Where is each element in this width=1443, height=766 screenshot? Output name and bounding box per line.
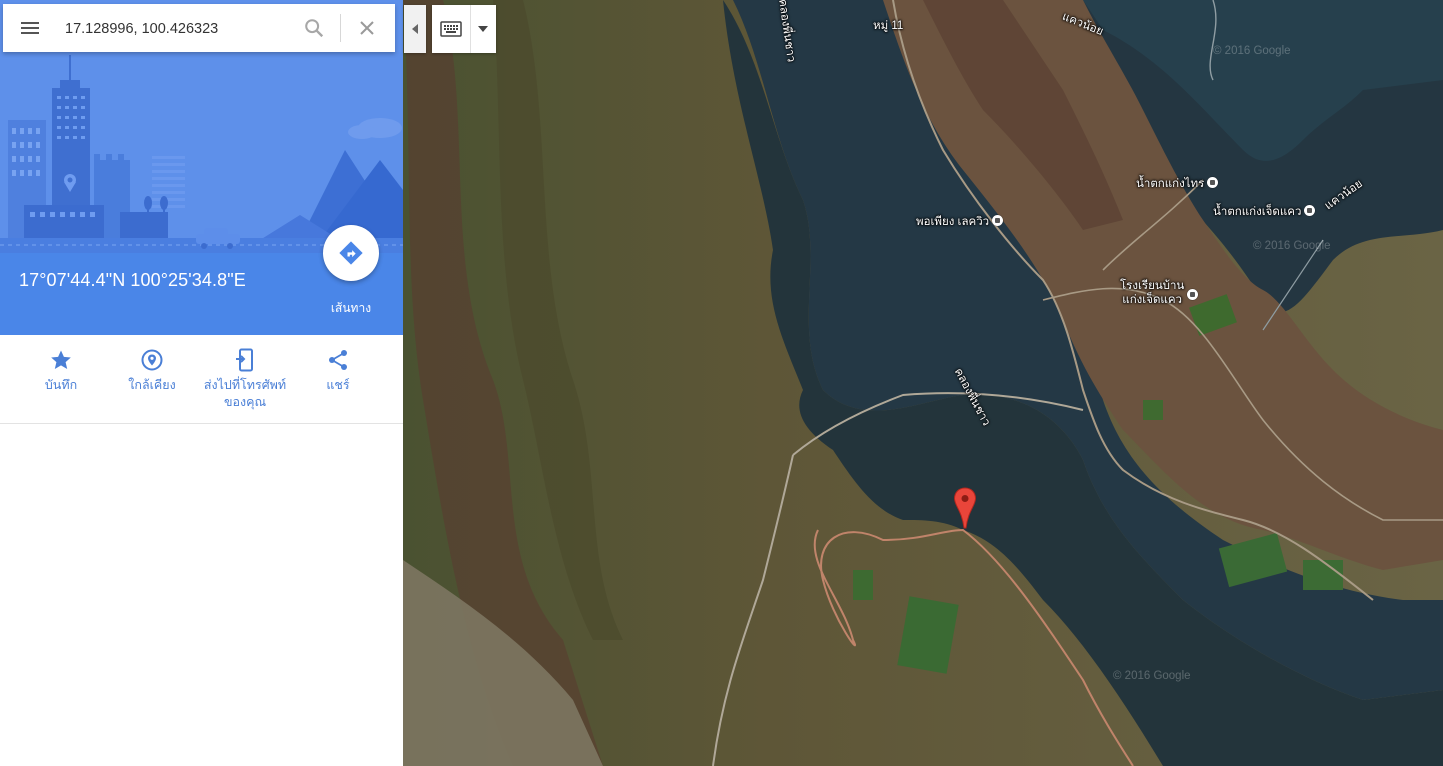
collapse-panel-button[interactable] [404,5,426,53]
map-label-viewpoint[interactable]: พอเพียง เลควิว [916,213,1004,231]
camera-poi-icon [1207,177,1219,188]
nearby-button[interactable]: ใกล้เคียง [106,335,198,423]
directions-label[interactable]: เส้นทาง [313,299,389,318]
send-to-phone-label: ส่งไปที่โทรศัพท์ ของคุณ [197,377,293,411]
send-to-phone-label-line2: ของคุณ [223,395,267,409]
map-watermark: © 2016 Google [1213,45,1291,57]
input-tools-divider [470,5,471,53]
save-button[interactable]: บันทึก [15,335,107,423]
viewpoint-text: พอเพียง เลควิว [916,216,990,228]
hamburger-menu-icon[interactable] [17,16,43,40]
school-poi-icon[interactable] [1187,289,1198,300]
chevron-left-icon [412,24,418,34]
close-icon[interactable] [357,18,377,38]
map-label-waterfall2[interactable]: น้ำตกแก่งเจ็ดแคว [1213,203,1316,221]
nearby-label: ใกล้เคียง [128,378,176,392]
directions-icon [339,241,363,265]
coordinates-title: 17°07'44.4"N 100°25'34.8"E [19,270,246,290]
save-label: บันทึก [44,378,78,392]
map-watermark: © 2016 Google [1113,670,1191,682]
camera-poi-icon [1304,205,1316,216]
search-icon[interactable] [303,17,325,39]
search-box [3,4,395,52]
waterfall2-text: น้ำตกแก่งเจ็ดแคว [1213,206,1302,218]
dropdown-arrow-icon[interactable] [478,26,488,32]
share-icon [329,350,347,370]
map-label-school[interactable]: โรงเรียนบ้าน แก่งเจ็ดแคว [1120,279,1184,307]
send-to-phone-label-line1: ส่งไปที่โทรศัพท์ [203,378,287,392]
search-divider [340,14,341,42]
star-icon [51,350,71,369]
place-panel: 17°07'44.4"N 100°25'34.8"E เส้นทาง บันทึ… [0,0,403,766]
satellite-imagery [403,0,1443,766]
share-button[interactable]: แชร์ [292,335,384,423]
nearby-pin-icon [141,349,163,371]
location-pin-icon[interactable] [953,487,977,529]
send-to-phone-button[interactable]: ส่งไปที่โทรศัพท์ ของคุณ [197,335,293,423]
action-bar: บันทึก ใกล้เคียง ส่งไปที่โทรศัพท์ ของคุณ [0,335,403,424]
camera-poi-icon [992,215,1004,226]
map-label-waterfall1[interactable]: น้ำตกแก่งไทร [1136,175,1219,193]
search-input[interactable] [63,16,297,42]
share-label: แชร์ [326,378,350,392]
input-tools-button[interactable] [432,5,496,53]
keyboard-icon [440,21,462,37]
school-text-line1: โรงเรียนบ้าน [1120,280,1185,292]
send-to-phone-icon [236,348,253,372]
waterfall1-text: น้ำตกแก่งไทร [1136,178,1205,190]
satellite-map[interactable]: คลองพี่นชาว หมู่ 11 แควน้อย น้ำตกแก่งไทร… [403,0,1443,766]
map-label-village: หมู่ 11 [873,20,904,32]
directions-button[interactable] [323,225,379,281]
school-text-line2: แก่งเจ็ดแคว [1122,294,1182,306]
map-watermark: © 2016 Google [1253,240,1331,252]
